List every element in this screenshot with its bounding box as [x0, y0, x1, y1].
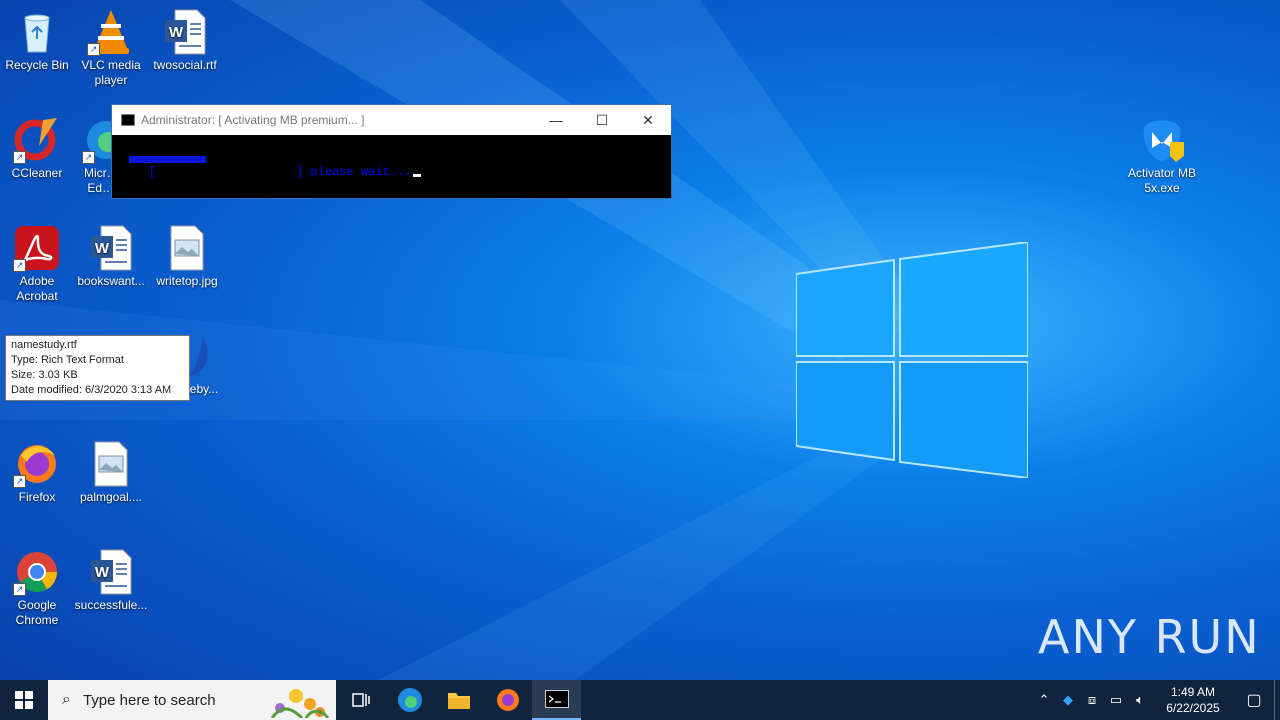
vlc-icon: ↗ — [87, 8, 135, 56]
recycle-bin-icon — [13, 8, 61, 56]
edge-icon: ↗ — [82, 116, 114, 164]
progress-fill — [129, 156, 206, 163]
shortcut-arrow-icon: ↗ — [13, 475, 26, 488]
shortcut-arrow-icon: ↗ — [13, 583, 26, 596]
taskbar-edge[interactable] — [385, 680, 434, 720]
console-icon — [544, 690, 569, 708]
desktop-icon-palmgoal[interactable]: palmgoal.... — [74, 440, 148, 505]
console-icon — [121, 114, 135, 126]
watermark-text: ANY RUN — [1038, 610, 1261, 664]
minimize-button[interactable]: — — [533, 105, 579, 135]
tooltip-size: Size: 3.03 KB — [11, 369, 78, 381]
desktop-icon-successfule[interactable]: W successfule... — [74, 548, 148, 613]
edge-icon — [397, 688, 422, 712]
desktop-icon-edge[interactable]: ↗ Micr… Ed… — [74, 116, 114, 196]
desktop-icon-writetop[interactable]: writetop.jpg — [150, 224, 224, 289]
desktop-icon-bookswant[interactable]: W bookswant... — [74, 224, 148, 289]
shortcut-arrow-icon: ↗ — [82, 151, 95, 164]
shortcut-arrow-icon: ↗ — [13, 151, 26, 164]
show-hidden-icons-chevron-icon[interactable]: ⌃ — [1032, 692, 1056, 708]
shortcut-arrow-icon: ↗ — [13, 259, 26, 272]
taskbar-search-box[interactable]: ⌕ Type here to search — [48, 680, 336, 720]
chrome-icon: ↗ — [13, 548, 61, 596]
search-icon: ⌕ — [62, 691, 71, 708]
task-view-button[interactable] — [336, 680, 385, 720]
volume-icon[interactable]: 🔈︎ — [1128, 692, 1152, 708]
taskbar-firefox[interactable] — [483, 680, 532, 720]
desktop-icon-activator-mb[interactable]: Activator MB 5x.exe — [1122, 116, 1202, 196]
clock-time: 1:49 AM — [1170, 685, 1216, 699]
cmd-output[interactable]: [ ] please wait... — [112, 135, 671, 209]
folder-icon — [447, 693, 470, 709]
windows-logo-wallpaper — [796, 242, 1028, 478]
windows-start-icon — [15, 691, 33, 709]
malwarebytes-icon — [1138, 116, 1186, 164]
word-doc-icon: W — [161, 8, 209, 56]
file-tooltip: namestudy.rtf Type: Rich Text Format Siz… — [5, 335, 190, 401]
anyrun-watermark: ANY RUN — [1038, 610, 1261, 664]
system-tray: ⌃ ◆ ⧈ ▭ 🔈︎ 1:49 AM 6/22/2025 ▢ — [1032, 680, 1280, 720]
cmd-title: Administrator: [ Activating MB premium..… — [141, 113, 365, 127]
word-doc-icon: W — [87, 548, 135, 596]
svg-text:W: W — [169, 24, 184, 41]
desktop-icon-acrobat[interactable]: ↗ Adobe Acrobat — [0, 224, 74, 304]
acrobat-icon: ↗ — [13, 224, 61, 272]
malwarebytes-tray-icon[interactable]: ◆ — [1056, 692, 1080, 708]
tooltip-type: Type: Rich Text Format — [11, 354, 124, 366]
task-view-icon — [351, 693, 370, 707]
progress-status-text: ] please wait... — [296, 165, 412, 179]
tooltip-filename: namestudy.rtf — [11, 339, 77, 351]
text-cursor — [413, 174, 422, 177]
image-file-icon — [163, 224, 211, 272]
firefox-icon — [496, 689, 519, 711]
tooltip-date-modified: Date modified: 6/3/2020 3:13 AM — [11, 384, 172, 396]
search-highlight-flowers-icon — [270, 689, 330, 718]
show-desktop-button[interactable] — [1274, 680, 1280, 720]
tray-app-icon[interactable]: ⧈ — [1080, 692, 1104, 708]
shortcut-arrow-icon: ↗ — [87, 43, 100, 56]
cmd-window[interactable]: Administrator: [ Activating MB premium..… — [111, 104, 672, 199]
search-placeholder: Type here to search — [82, 691, 216, 709]
notification-center-icon[interactable]: ▢ — [1234, 690, 1274, 710]
maximize-button[interactable]: ☐ — [579, 105, 625, 135]
clock-date: 6/22/2025 — [1166, 701, 1220, 715]
desktop-icon-ccleaner[interactable]: ↗ CCleaner — [0, 116, 74, 181]
desktop-icon-twosocial[interactable]: W twosocial.rtf — [148, 8, 222, 73]
desktop-icon-recycle-bin[interactable]: Recycle Bin — [0, 8, 74, 73]
taskbar-cmd[interactable] — [532, 680, 581, 720]
taskbar: ⌕ Type here to search ⌃ ◆ ⧈ ▭ 🔈︎ 1:49 AM… — [0, 680, 1280, 720]
word-doc-icon: W — [87, 224, 135, 272]
firefox-icon: ↗ — [13, 440, 61, 488]
svg-text:W: W — [95, 240, 110, 257]
desktop-icon-firefox[interactable]: ↗ Firefox — [0, 440, 74, 505]
desktop-icon-vlc[interactable]: ↗ VLC media player — [74, 8, 148, 88]
cmd-titlebar[interactable]: Administrator: [ Activating MB premium..… — [112, 105, 671, 135]
network-icon[interactable]: ▭ — [1104, 692, 1128, 708]
close-button[interactable]: ✕ — [625, 105, 671, 135]
desktop-icon-chrome[interactable]: ↗ Google Chrome — [0, 548, 74, 628]
image-file-icon — [87, 440, 135, 488]
taskbar-clock[interactable]: 1:49 AM 6/22/2025 — [1158, 684, 1228, 716]
ccleaner-icon: ↗ — [13, 116, 61, 164]
taskbar-file-explorer[interactable] — [434, 680, 483, 720]
start-button[interactable] — [0, 680, 48, 720]
progress-open-bracket: [ — [148, 165, 157, 179]
svg-text:W: W — [95, 564, 110, 581]
